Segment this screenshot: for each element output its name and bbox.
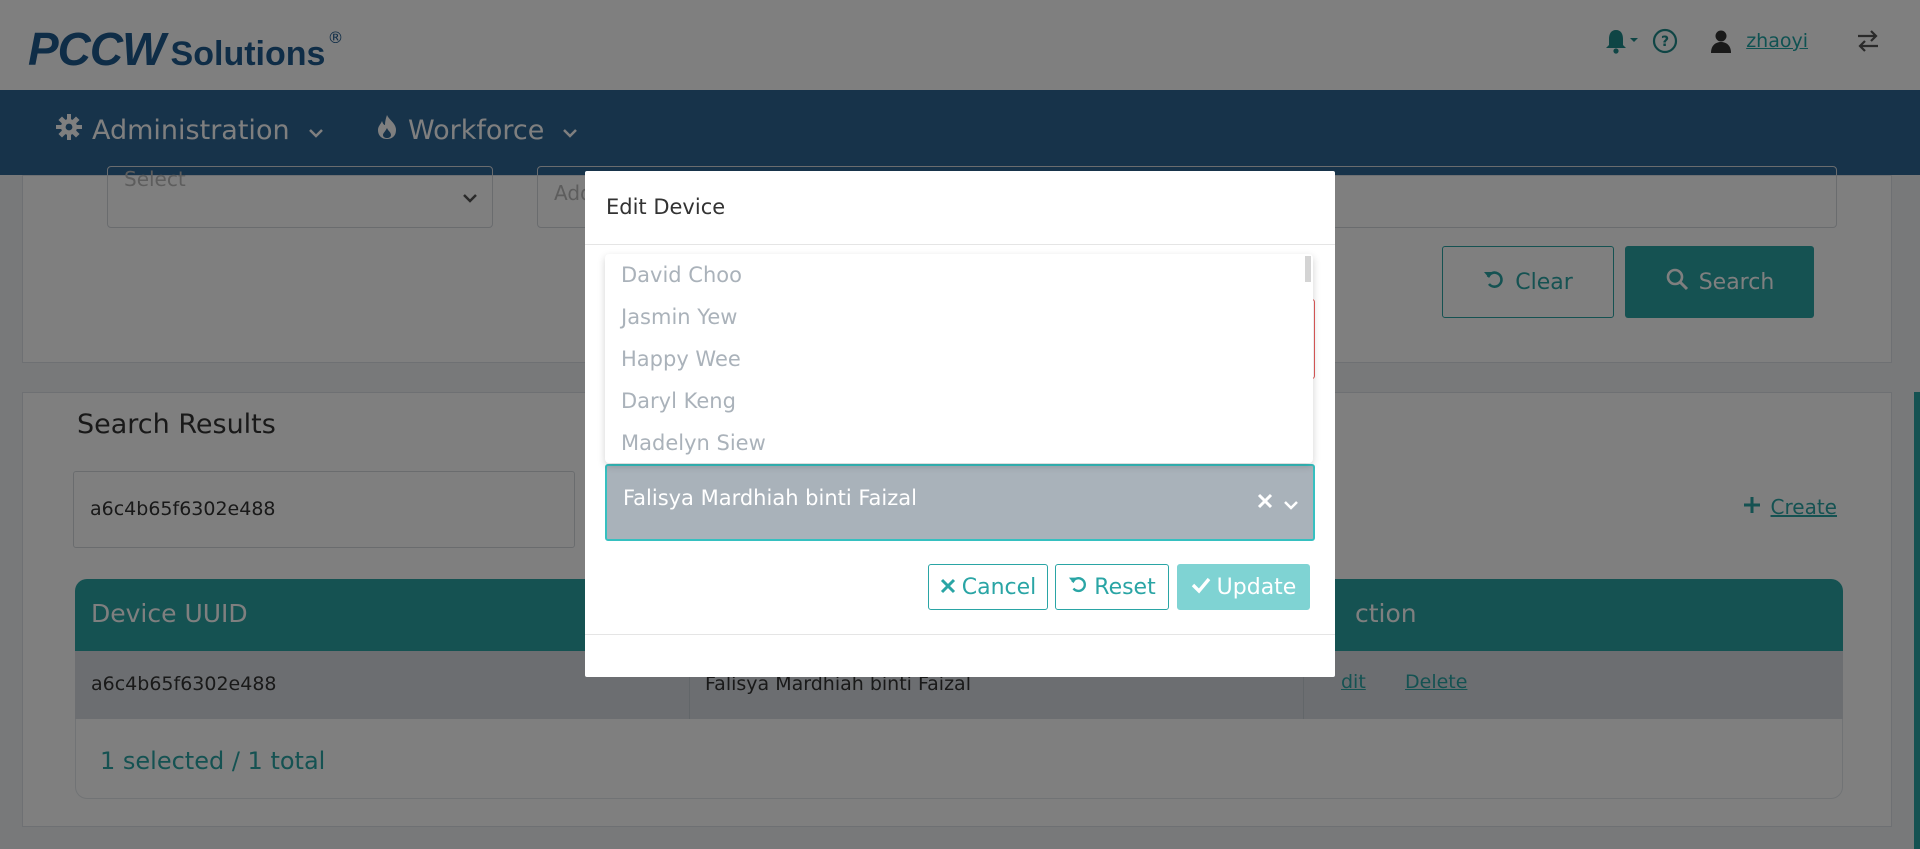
dropdown-option[interactable]: Madelyn Siew [605,422,1313,463]
dropdown-option[interactable]: David Choo [605,254,1313,296]
dropdown-scrollbar[interactable] [1305,256,1311,282]
chevron-down-icon[interactable] [1283,492,1299,516]
user-select[interactable]: Falisya Mardhiah binti Faizal [605,464,1315,541]
clear-selection-icon[interactable] [1257,490,1273,514]
close-icon [940,575,956,600]
checkmark-icon [1191,575,1211,600]
modal-title: Edit Device [606,195,726,219]
dropdown-option[interactable]: Jasmin Yew [605,296,1313,338]
update-button-label: Update [1216,574,1297,600]
reset-button[interactable]: Reset [1055,564,1169,610]
modal-header-divider [585,244,1335,245]
user-select-value: Falisya Mardhiah binti Faizal [623,486,917,510]
user-dropdown-list: David Choo Jasmin Yew Happy Wee Daryl Ke… [605,254,1313,463]
edit-device-modal: Edit Device Falisya Mardhiah binti Faiza… [585,171,1335,677]
update-button[interactable]: Update [1177,564,1310,610]
dropdown-option[interactable]: Happy Wee [605,338,1313,380]
reset-button-label: Reset [1094,574,1156,600]
modal-footer-divider [585,634,1335,635]
cancel-button-label: Cancel [961,574,1037,600]
dropdown-option[interactable]: Daryl Keng [605,380,1313,422]
cancel-button[interactable]: Cancel [928,564,1048,610]
undo-icon [1068,574,1088,600]
